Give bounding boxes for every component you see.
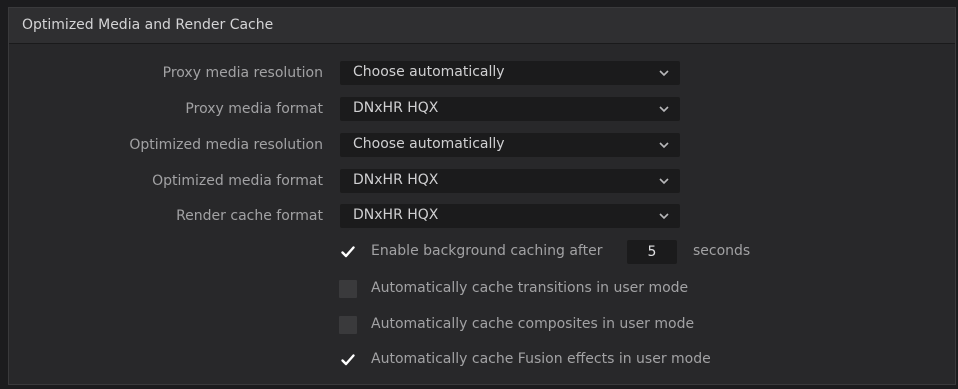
render-cache-format-label: Render cache format — [176, 208, 323, 224]
seconds-unit-label: seconds — [693, 243, 751, 259]
panel-title: Optimized Media and Render Cache — [22, 17, 274, 33]
optimized-resolution-select[interactable]: Choose automatically — [340, 133, 680, 157]
cache-fusion-label: Automatically cache Fusion effects in us… — [371, 351, 711, 367]
proxy-format-select[interactable]: DNxHR HQX — [340, 97, 680, 121]
cache-composites-option: Automatically cache composites in user m… — [339, 313, 939, 337]
setting-row-render-cache-format: Render cache format DNxHR HQX — [9, 204, 955, 230]
background-caching-checkbox[interactable] — [339, 243, 357, 261]
setting-row-proxy-resolution: Proxy media resolution Choose automatica… — [9, 61, 955, 87]
cache-fusion-option: Automatically cache Fusion effects in us… — [339, 348, 939, 372]
cache-composites-label: Automatically cache composites in user m… — [371, 316, 695, 332]
checkmark-icon — [341, 246, 355, 258]
checkmark-icon — [341, 354, 355, 366]
cache-transitions-option: Automatically cache transitions in user … — [339, 277, 939, 301]
cache-transitions-checkbox[interactable] — [339, 280, 357, 298]
setting-row-optimized-format: Optimized media format DNxHR HQX — [9, 169, 955, 195]
setting-row-optimized-resolution: Optimized media resolution Choose automa… — [9, 133, 955, 159]
cache-fusion-checkbox[interactable] — [339, 351, 357, 369]
panel-header: Optimized Media and Render Cache — [9, 8, 955, 44]
background-caching-seconds-input[interactable]: 5 — [627, 240, 677, 264]
optimized-format-select[interactable]: DNxHR HQX — [340, 169, 680, 193]
background-caching-option: Enable background caching after 5 second… — [339, 240, 939, 264]
optimized-media-panel: Optimized Media and Render Cache Proxy m… — [8, 7, 956, 385]
cache-transitions-label: Automatically cache transitions in user … — [371, 280, 689, 296]
proxy-resolution-value: Choose automatically — [353, 64, 505, 80]
optimized-resolution-label: Optimized media resolution — [129, 137, 323, 153]
proxy-resolution-label: Proxy media resolution — [162, 65, 323, 81]
optimized-resolution-value: Choose automatically — [353, 136, 505, 152]
cache-composites-checkbox[interactable] — [339, 316, 357, 334]
background-caching-label: Enable background caching after — [371, 243, 603, 259]
proxy-format-label: Proxy media format — [185, 101, 323, 117]
render-cache-format-select[interactable]: DNxHR HQX — [340, 204, 680, 228]
chevron-down-icon — [659, 70, 669, 77]
optimized-format-label: Optimized media format — [152, 173, 323, 189]
chevron-down-icon — [659, 213, 669, 220]
render-cache-format-value: DNxHR HQX — [353, 207, 439, 223]
chevron-down-icon — [659, 106, 669, 113]
optimized-format-value: DNxHR HQX — [353, 172, 439, 188]
proxy-format-value: DNxHR HQX — [353, 100, 439, 116]
setting-row-proxy-format: Proxy media format DNxHR HQX — [9, 97, 955, 123]
chevron-down-icon — [659, 142, 669, 149]
chevron-down-icon — [659, 178, 669, 185]
proxy-resolution-select[interactable]: Choose automatically — [340, 61, 680, 85]
